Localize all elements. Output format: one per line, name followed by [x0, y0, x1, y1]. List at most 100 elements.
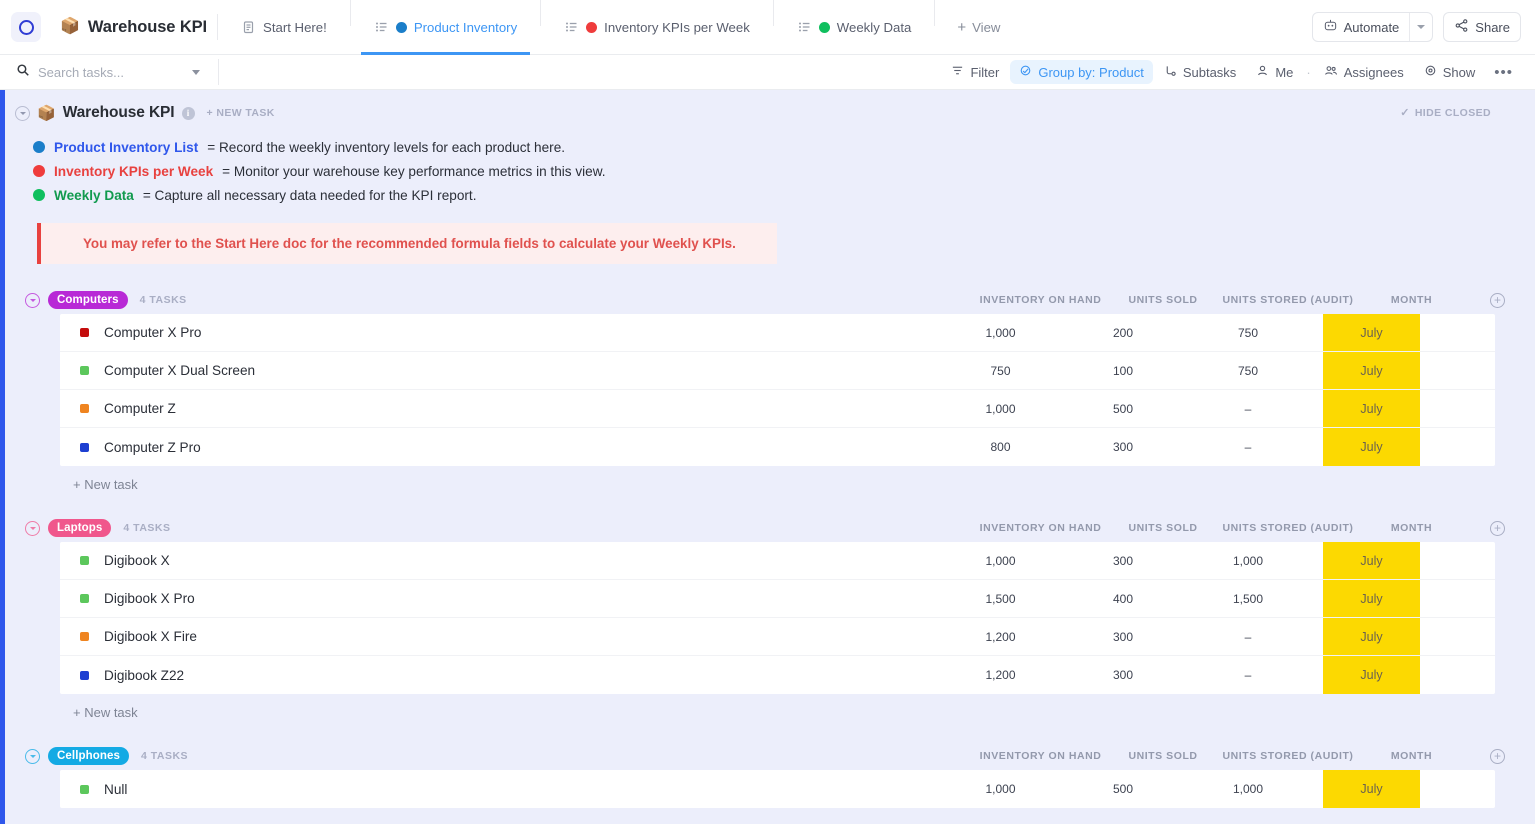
collapse-group-toggle[interactable]: [25, 292, 40, 308]
cell-month[interactable]: July: [1323, 770, 1420, 808]
chevron-down-icon[interactable]: [192, 69, 200, 75]
cell-task-name[interactable]: Computer X Dual Screen: [60, 352, 928, 389]
cell-inventory-on-hand[interactable]: 1,500: [928, 580, 1073, 617]
group-name-chip[interactable]: Laptops: [48, 519, 112, 537]
cell-units-sold[interactable]: 300: [1073, 542, 1173, 579]
search-input[interactable]: [38, 64, 178, 80]
new-task-row-button[interactable]: + New task: [5, 466, 1535, 492]
column-header-units-stored-audit[interactable]: UNITS STORED (AUDIT): [1213, 750, 1363, 762]
cell-task-name[interactable]: Digibook X: [60, 542, 928, 579]
table-row[interactable]: Digibook X Pro 1,500 400 1,500 July: [60, 580, 1495, 618]
cell-units-stored-audit[interactable]: –: [1173, 428, 1323, 466]
cell-task-name[interactable]: Computer X Pro: [60, 314, 928, 351]
cell-task-name[interactable]: Digibook X Fire: [60, 618, 928, 655]
cell-units-stored-audit[interactable]: –: [1173, 618, 1323, 655]
automate-button[interactable]: Automate: [1311, 12, 1434, 42]
cell-units-sold[interactable]: 400: [1073, 580, 1173, 617]
column-header-inventory-on-hand[interactable]: INVENTORY ON HAND: [968, 750, 1113, 762]
new-task-button[interactable]: + NEW TASK: [207, 107, 275, 119]
cell-units-stored-audit[interactable]: –: [1173, 390, 1323, 427]
cell-units-stored-audit[interactable]: 1,500: [1173, 580, 1323, 617]
assignees-button[interactable]: Assignees: [1315, 60, 1413, 84]
add-column-button[interactable]: +: [1460, 292, 1535, 308]
subtasks-button[interactable]: Subtasks: [1155, 60, 1245, 84]
tab-start-here[interactable]: Start Here!: [228, 0, 340, 55]
table-row[interactable]: Null 1,000 500 1,000 July: [60, 770, 1495, 808]
space-breadcrumb[interactable]: 📦 Warehouse KPI: [60, 18, 207, 37]
column-header-units-sold[interactable]: UNITS SOLD: [1113, 522, 1213, 534]
column-header-month[interactable]: MONTH: [1363, 750, 1460, 762]
cell-task-name[interactable]: Null: [60, 770, 928, 808]
tab-inventory-kpis-per-week[interactable]: Inventory KPIs per Week: [551, 0, 763, 55]
cell-month[interactable]: July: [1323, 428, 1420, 466]
new-task-row-button[interactable]: + New task: [5, 694, 1535, 720]
cell-inventory-on-hand[interactable]: 1,000: [928, 390, 1073, 427]
group-by-button[interactable]: Group by: Product: [1010, 60, 1153, 84]
table-row[interactable]: Computer X Dual Screen 750 100 750 July: [60, 352, 1495, 390]
hide-closed-toggle[interactable]: ✓ HIDE CLOSED: [1400, 106, 1491, 120]
column-header-inventory-on-hand[interactable]: INVENTORY ON HAND: [968, 522, 1113, 534]
cell-units-sold[interactable]: 200: [1073, 314, 1173, 351]
collapse-group-toggle[interactable]: [25, 748, 40, 764]
cell-units-sold[interactable]: 100: [1073, 352, 1173, 389]
cell-inventory-on-hand[interactable]: 1,000: [928, 542, 1073, 579]
table-row[interactable]: Computer X Pro 1,000 200 750 July: [60, 314, 1495, 352]
share-button[interactable]: Share: [1443, 12, 1521, 42]
cell-month[interactable]: July: [1323, 314, 1420, 351]
filter-button[interactable]: Filter: [942, 60, 1008, 84]
cell-units-sold[interactable]: 500: [1073, 770, 1173, 808]
cell-month[interactable]: July: [1323, 352, 1420, 389]
group-name-chip[interactable]: Computers: [48, 291, 128, 309]
info-icon[interactable]: i: [181, 106, 195, 120]
cell-units-stored-audit[interactable]: 750: [1173, 352, 1323, 389]
cell-task-name[interactable]: Computer Z Pro: [60, 428, 928, 466]
cell-month[interactable]: July: [1323, 542, 1420, 579]
cell-units-sold[interactable]: 300: [1073, 428, 1173, 466]
column-header-inventory-on-hand[interactable]: INVENTORY ON HAND: [968, 294, 1113, 306]
me-button[interactable]: Me: [1247, 60, 1302, 84]
cell-month[interactable]: July: [1323, 580, 1420, 617]
column-header-units-stored-audit[interactable]: UNITS STORED (AUDIT): [1213, 294, 1363, 306]
cell-month[interactable]: July: [1323, 618, 1420, 655]
cell-inventory-on-hand[interactable]: 1,200: [928, 618, 1073, 655]
cell-task-name[interactable]: Digibook X Pro: [60, 580, 928, 617]
cell-units-stored-audit[interactable]: 750: [1173, 314, 1323, 351]
cell-inventory-on-hand[interactable]: 750: [928, 352, 1073, 389]
table-row[interactable]: Digibook X 1,000 300 1,000 July: [60, 542, 1495, 580]
cell-inventory-on-hand[interactable]: 1,000: [928, 770, 1073, 808]
cell-units-sold[interactable]: 500: [1073, 390, 1173, 427]
app-logo-button[interactable]: [11, 12, 41, 42]
cell-inventory-on-hand[interactable]: 1,000: [928, 314, 1073, 351]
column-header-units-stored-audit[interactable]: UNITS STORED (AUDIT): [1213, 522, 1363, 534]
collapse-group-toggle[interactable]: [25, 520, 40, 536]
group-name-chip[interactable]: Cellphones: [48, 747, 129, 765]
cell-units-stored-audit[interactable]: 1,000: [1173, 542, 1323, 579]
cell-units-stored-audit[interactable]: –: [1173, 656, 1323, 694]
cell-units-sold[interactable]: 300: [1073, 618, 1173, 655]
column-header-month[interactable]: MONTH: [1363, 522, 1460, 534]
column-header-month[interactable]: MONTH: [1363, 294, 1460, 306]
cell-inventory-on-hand[interactable]: 800: [928, 428, 1073, 466]
add-column-button[interactable]: +: [1460, 748, 1535, 764]
cell-month[interactable]: July: [1323, 656, 1420, 694]
cell-month[interactable]: July: [1323, 390, 1420, 427]
add-column-button[interactable]: +: [1460, 520, 1535, 536]
column-header-units-sold[interactable]: UNITS SOLD: [1113, 750, 1213, 762]
add-view-button[interactable]: + View: [945, 0, 1012, 55]
cell-units-sold[interactable]: 300: [1073, 656, 1173, 694]
show-button[interactable]: Show: [1415, 60, 1485, 84]
column-header-units-sold[interactable]: UNITS SOLD: [1113, 294, 1213, 306]
collapse-list-toggle[interactable]: [15, 105, 30, 121]
tab-product-inventory[interactable]: Product Inventory: [360, 0, 531, 55]
cell-units-stored-audit[interactable]: 1,000: [1173, 770, 1323, 808]
cell-task-name[interactable]: Digibook Z22: [60, 656, 928, 694]
cell-inventory-on-hand[interactable]: 1,200: [928, 656, 1073, 694]
more-options-button[interactable]: •••: [1486, 60, 1521, 85]
automate-dropdown-toggle[interactable]: [1409, 13, 1432, 41]
table-row[interactable]: Digibook Z22 1,200 300– July: [60, 656, 1495, 694]
cell-task-name[interactable]: Computer Z: [60, 390, 928, 427]
table-row[interactable]: Digibook X Fire 1,200 300– July: [60, 618, 1495, 656]
search-container[interactable]: [8, 59, 208, 85]
table-row[interactable]: Computer Z 1,000 500– July: [60, 390, 1495, 428]
tab-weekly-data[interactable]: Weekly Data: [784, 0, 925, 55]
